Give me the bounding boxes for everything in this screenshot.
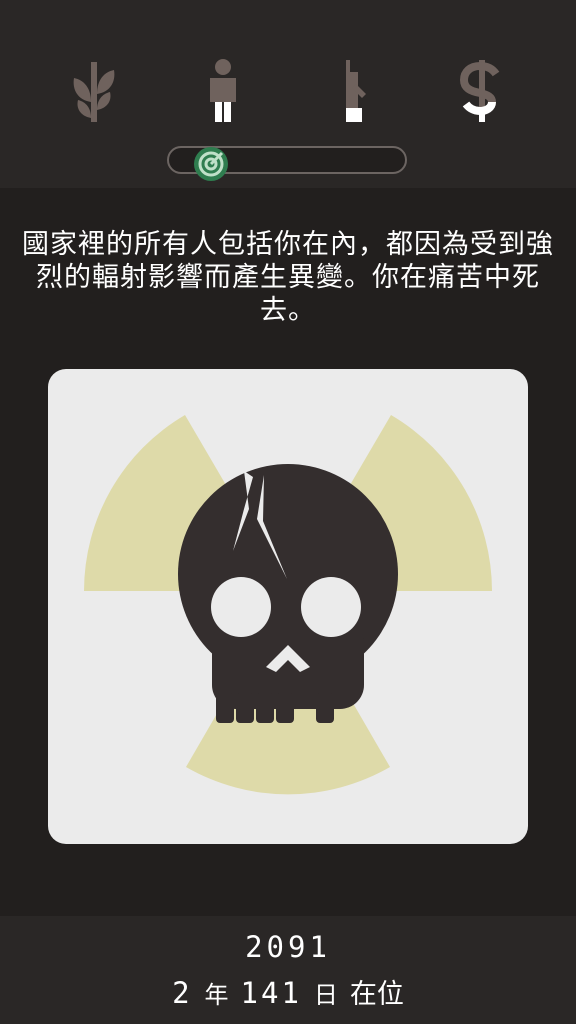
reign-years-value: 2 <box>172 976 193 1010</box>
reign-days-value: 141 <box>240 976 302 1010</box>
reign-duration: 2 年 141 日在位 <box>0 972 576 1011</box>
cracked-skull <box>178 464 398 723</box>
progress-marker <box>193 146 229 182</box>
money-stat <box>452 58 512 124</box>
person-icon <box>210 59 236 122</box>
radiation-skull-illustration <box>84 415 492 795</box>
reign-years-unit: 年 <box>204 981 229 1009</box>
rifle-icon <box>346 60 366 122</box>
people-stat <box>193 58 253 124</box>
reign-days-unit: 日 <box>313 981 338 1009</box>
stats-bar <box>0 0 576 188</box>
event-card[interactable] <box>48 369 528 844</box>
military-stat <box>322 58 382 124</box>
dollar-icon <box>459 60 500 122</box>
reign-status: 在位 <box>349 979 404 1010</box>
current-year: 2091 <box>245 930 331 964</box>
event-message: 國家裡的所有人包括你在內，都因為受到強烈的輻射影響而產生異變。你在痛苦中死去。 <box>22 229 554 326</box>
target-icon <box>194 147 228 181</box>
plant-icon <box>73 62 115 122</box>
religion-stat <box>64 58 124 124</box>
